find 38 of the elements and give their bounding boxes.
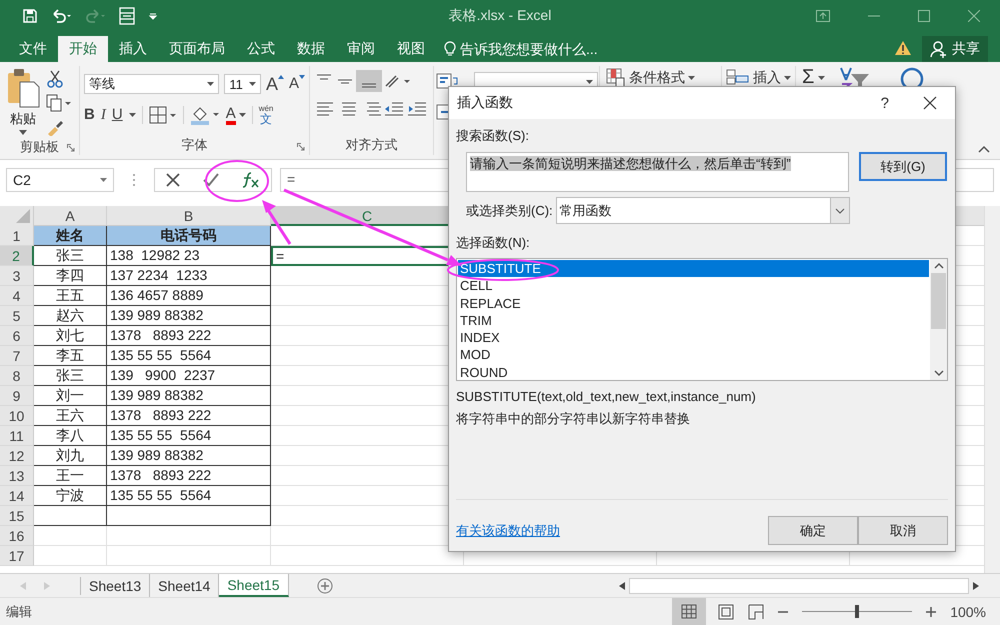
table-header-cell: 电话号码 bbox=[107, 226, 271, 246]
table-cell: 139 989 88382 bbox=[107, 386, 271, 406]
table-cell: 135 55 55 5564 bbox=[107, 486, 271, 506]
table-cell: 王五 bbox=[34, 286, 107, 306]
table-cell: 刘七 bbox=[34, 326, 107, 346]
group-label: 剪贴板 bbox=[20, 138, 59, 156]
table-cell: 139 989 88382 bbox=[107, 306, 271, 326]
table-header-cell: 姓名 bbox=[34, 226, 107, 246]
table-cell: 135 55 55 5564 bbox=[107, 346, 271, 366]
dialog-title: 插入函数 bbox=[457, 94, 513, 112]
table-cell: 张三 bbox=[34, 366, 107, 386]
group-label: 字体 bbox=[182, 136, 208, 154]
status-mode: 编辑 bbox=[6, 602, 32, 620]
table-cell: 刘九 bbox=[34, 446, 107, 466]
table-cell: 139 989 88382 bbox=[107, 446, 271, 466]
group-label: 对齐方式 bbox=[346, 136, 398, 154]
window-title: 表格.xlsx - Excel bbox=[448, 7, 552, 25]
table-cell: 李四 bbox=[34, 266, 107, 286]
table-cell: 李五 bbox=[34, 346, 107, 366]
table-cell: 138 12982 23 bbox=[107, 246, 271, 266]
table-cell: 1378 8893 222 bbox=[107, 466, 271, 486]
table-cell: 王六 bbox=[34, 406, 107, 426]
table-cell: 1378 8893 222 bbox=[107, 326, 271, 346]
table-cell: 赵六 bbox=[34, 306, 107, 326]
table-cell: 139 9900 2237 bbox=[107, 366, 271, 386]
table-cell: 刘一 bbox=[34, 386, 107, 406]
category-label: 或选择类别(C): bbox=[466, 202, 553, 220]
table-cell: 李八 bbox=[34, 426, 107, 446]
table-cell: 张三 bbox=[34, 246, 107, 266]
search-label: 搜索函数(S): bbox=[456, 127, 530, 145]
table-cell: 135 55 55 5564 bbox=[107, 426, 271, 446]
table-cell: 王一 bbox=[34, 466, 107, 486]
function-syntax: SUBSTITUTE(text,old_text,new_text,instance_num) bbox=[456, 389, 757, 404]
table-cell: 136 4657 8889 bbox=[107, 286, 271, 306]
function-description: 将字符串中的部分字符串以新字符串替换 bbox=[456, 410, 691, 428]
table-cell: 1378 8893 222 bbox=[107, 406, 271, 426]
table-cell: 宁波 bbox=[34, 486, 107, 506]
table-cell: 137 2234 1233 bbox=[107, 266, 271, 286]
